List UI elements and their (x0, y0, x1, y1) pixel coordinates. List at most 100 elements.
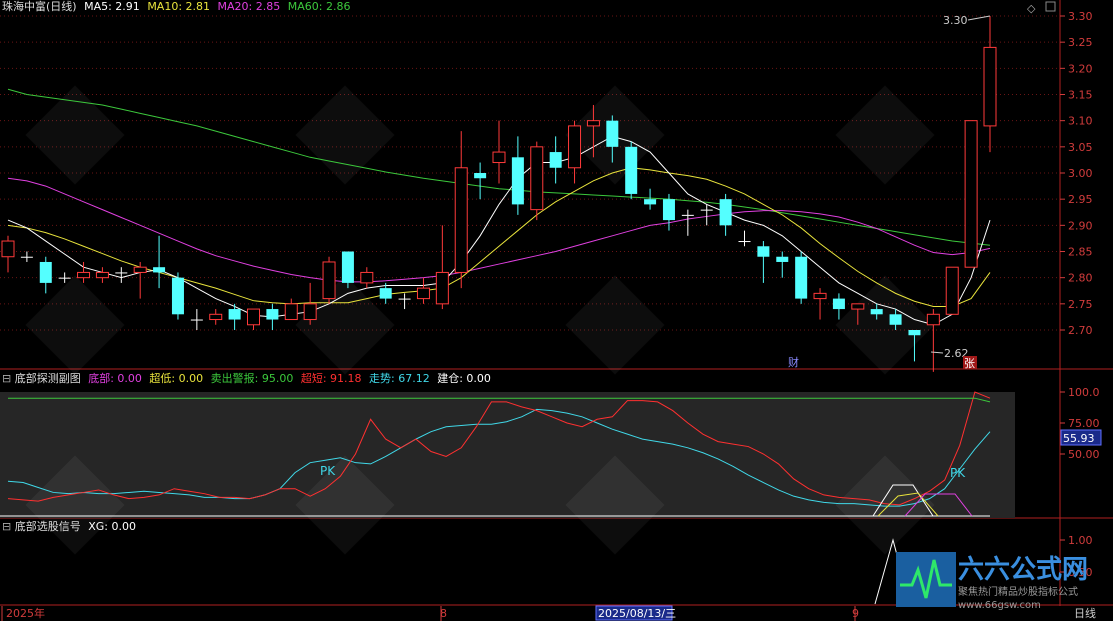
candle-body (171, 277, 184, 315)
toggle-icon[interactable]: ⊟ (2, 520, 11, 533)
stock-chart-window: { "header":{ "title":"珠海中富(日线)", "ma":[ … (0, 0, 1113, 621)
pk-label-1: PK (320, 464, 336, 478)
candle (625, 141, 638, 200)
y-tick-label: 3.05 (1068, 141, 1093, 154)
main-legend: 珠海中富(日线) MA5: 2.91 MA10: 2.81 MA20: 2.85… (2, 0, 350, 14)
watermark-diamond (295, 85, 395, 185)
candle-body (795, 256, 808, 299)
candle-body (908, 330, 921, 336)
candle-body (851, 303, 865, 310)
limit-up-marker[interactable]: 张 (964, 357, 975, 370)
candle-body (341, 251, 354, 283)
candle (398, 293, 411, 310)
candle (171, 272, 184, 320)
axis-label-year: 2025年 (6, 606, 45, 620)
candle (58, 272, 71, 283)
candle (115, 267, 128, 283)
candle-body (416, 287, 430, 300)
candle-body (1, 240, 15, 258)
candle (492, 120, 506, 184)
scroll-box-icon[interactable] (1045, 1, 1056, 12)
svg-text:六六公式网: 六六公式网 (958, 555, 1088, 585)
candle (738, 230, 751, 247)
candle-body (926, 313, 940, 326)
candle (303, 282, 317, 325)
stock-title[interactable]: 珠海中富(日线) (2, 0, 77, 13)
candle (454, 131, 468, 289)
indicator-item-bottom: 底部: 0.00 (88, 372, 142, 385)
candle (549, 136, 562, 184)
watermark-diamond (25, 275, 125, 375)
finance-marker[interactable]: 财 (788, 355, 799, 369)
candle-body (738, 241, 751, 243)
y-axis-ticks: 3.30 3.25 3.20 3.15 3.10 3.05 3.00 2.95 2.90 2.85… (1060, 10, 1100, 579)
y-tick-label: 3.20 (1068, 62, 1093, 75)
ma10-value: MA10: 2.81 (147, 0, 211, 13)
candle (719, 193, 732, 236)
ma20-line (7, 177, 991, 283)
candle (700, 204, 713, 226)
candle-body (586, 120, 600, 127)
indicator-item-sell-alert: 卖出警报: 95.00 (210, 372, 294, 385)
candle-body (511, 157, 524, 205)
candle-body (568, 125, 582, 169)
candle-body (379, 288, 392, 299)
candle (644, 188, 657, 210)
candle (511, 136, 524, 215)
candle-body (606, 120, 619, 147)
candle-body (625, 146, 638, 194)
pk-label-2: PK (950, 466, 966, 480)
candle-body (360, 271, 374, 284)
candle-body (190, 319, 203, 321)
candle (341, 251, 354, 289)
candle (474, 162, 487, 200)
indicator-item-build: 建仓: 0.00 (437, 372, 491, 385)
candle-body (209, 313, 223, 321)
ma60-value: MA60: 2.86 (287, 0, 351, 13)
svg-text:聚焦热门精品炒股指标公式: 聚焦热门精品炒股指标公式 (958, 585, 1078, 598)
candle-body (95, 271, 109, 279)
candle-body (832, 298, 845, 310)
indicator-title[interactable]: 底部探测副图 (15, 372, 81, 385)
candle-body (644, 199, 657, 205)
candle (776, 251, 789, 278)
candle-body (58, 277, 71, 279)
watermark-diamond (25, 85, 125, 185)
axis-label-aug: 8 (440, 607, 447, 620)
period-label[interactable]: 日线 (1074, 606, 1096, 620)
candle (435, 225, 449, 310)
candle-body (133, 266, 147, 273)
y-tick-label: 50.00 (1068, 448, 1100, 461)
chart-canvas: 3.30 3.25 3.20 3.15 3.10 3.05 3.00 2.95 2.90 2.85… (0, 0, 1113, 621)
candle (284, 298, 298, 321)
candle (795, 251, 808, 304)
toggle-icon[interactable]: ⊟ (2, 372, 11, 385)
watermark-diamond (835, 85, 935, 185)
candle-body (266, 309, 279, 320)
y-tick-label: 3.25 (1068, 36, 1093, 49)
diamond-icon[interactable]: ◇ (1027, 2, 1036, 15)
candle (39, 256, 52, 294)
candle-body (77, 271, 91, 279)
candle (95, 267, 109, 283)
candle-body (284, 303, 298, 321)
y-tick-label: 2.75 (1068, 298, 1093, 311)
candle-body (303, 303, 317, 321)
signal-legend: ⊟ 底部选股信号 XG: 0.00 (2, 520, 136, 534)
svg-text:www.66gsw.com: www.66gsw.com (958, 600, 1041, 611)
signal-title[interactable]: 底部选股信号 (15, 520, 81, 533)
y-tick-label: 3.15 (1068, 89, 1093, 102)
y-tick-label: 100.0 (1068, 386, 1100, 399)
high-arrow (967, 15, 991, 21)
candle-body (153, 267, 166, 273)
candle-body (492, 151, 506, 164)
candle-body (398, 298, 411, 300)
candle (266, 303, 279, 330)
site-logo: 六六公式网 聚焦热门精品炒股指标公式 www.66gsw.com (896, 552, 1088, 611)
candle (964, 120, 978, 268)
indicator-item-trend: 走势: 67.12 (369, 372, 430, 385)
candle-body (662, 199, 675, 221)
candle (228, 303, 241, 330)
high-price-label: 3.30 (943, 14, 968, 27)
candle-body (228, 309, 241, 320)
